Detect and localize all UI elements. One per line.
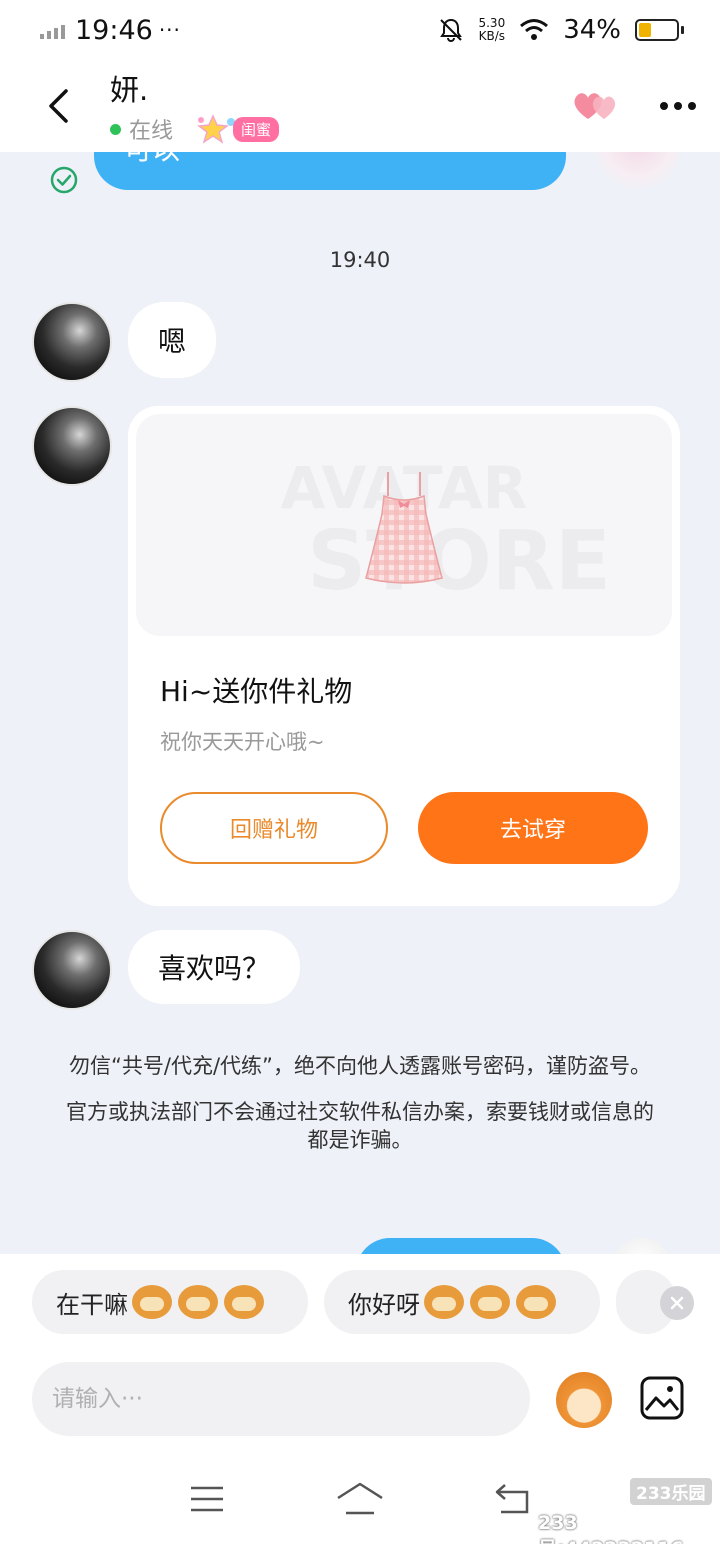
quick-reply-chip[interactable]: 在干嘛 xyxy=(32,1270,308,1334)
message-text: 嗯 xyxy=(158,325,187,358)
read-check-icon xyxy=(50,166,78,194)
peer-info[interactable]: 妍. 在线 闺蜜 xyxy=(110,67,280,145)
status-bar: 19:46 ··· 5.30 KB/s 34% xyxy=(0,0,720,60)
net-speed: 5.30 KB/s xyxy=(478,17,505,43)
peer-avatar[interactable] xyxy=(32,406,112,486)
battery-percent: 34% xyxy=(563,15,621,45)
sent-message-bubble[interactable] xyxy=(356,1238,566,1254)
peer-avatar[interactable] xyxy=(32,930,112,1010)
home-button[interactable] xyxy=(330,1474,390,1524)
monkey-emoji-icon xyxy=(470,1285,510,1319)
battery-fill xyxy=(639,23,652,37)
monkey-emoji-icon xyxy=(132,1285,172,1319)
try-on-button[interactable]: 去试穿 xyxy=(418,792,648,864)
received-message-bubble[interactable]: 喜欢吗？ xyxy=(128,930,301,1004)
quick-reply-chip[interactable]: 你好呀 xyxy=(324,1270,600,1334)
safety-notice: 勿信“共号/代充/代练”，绝不向他人透露账号密码，谨防盗号。 官方或执法部门不会… xyxy=(60,1052,660,1154)
input-area: 在干嘛 你好呀 xyxy=(0,1254,720,1454)
image-picker-icon[interactable] xyxy=(640,1376,684,1420)
menu-icon xyxy=(190,1486,223,1512)
monkey-emoji-icon xyxy=(424,1285,464,1319)
gift-image[interactable]: AVATAR STORE xyxy=(136,414,672,636)
quick-reply-text: 在干嘛 xyxy=(56,1290,128,1319)
close-quick-replies-button[interactable] xyxy=(660,1286,694,1320)
return-gift-button[interactable]: 回赠礼物 xyxy=(160,792,388,864)
received-message-bubble[interactable]: 嗯 xyxy=(128,302,217,378)
online-dot xyxy=(110,123,121,135)
return-icon xyxy=(496,1484,529,1514)
notice-account-safety: 勿信“共号/代充/代练”，绝不向他人透露账号密码，谨防盗号。 xyxy=(69,1054,651,1078)
notice-fraud-warning: 官方或执法部门不会通过社交软件私信办案，索要钱财或信息的都是诈骗。 xyxy=(66,1100,654,1152)
sent-message-text: 可以 xyxy=(124,152,180,166)
id-watermark: 233号:442232116 xyxy=(538,1512,684,1544)
chat-area[interactable]: 可以 19:40 嗯 AVATAR STORE xyxy=(0,152,720,1254)
site-watermark: 233乐园 xyxy=(630,1478,712,1505)
hearts-icon[interactable] xyxy=(572,89,620,123)
dress-icon xyxy=(365,472,443,584)
back-button[interactable] xyxy=(38,76,78,136)
message-input[interactable] xyxy=(32,1362,530,1436)
peer-avatar[interactable] xyxy=(32,302,112,382)
battery-icon xyxy=(635,19,684,41)
home-icon xyxy=(337,1482,383,1515)
chevron-left-icon xyxy=(49,89,68,123)
monkey-emoji-icon xyxy=(178,1285,218,1319)
close-icon xyxy=(670,1296,684,1310)
monkey-emoji-icon xyxy=(224,1285,264,1319)
signal-icon xyxy=(40,21,65,39)
more-options-button[interactable] xyxy=(656,92,700,120)
status-dots: ··· xyxy=(158,18,181,42)
quick-reply-text: 你好呀 xyxy=(348,1290,420,1319)
chat-header: 妍. 在线 闺蜜 xyxy=(0,60,720,152)
monkey-emoji-icon xyxy=(516,1285,556,1319)
gift-subtitle: 祝你天天开心哦~ xyxy=(160,730,325,754)
wifi-icon xyxy=(520,19,549,40)
relation-tag: 闺蜜 xyxy=(233,116,280,142)
status-time: 19:46 xyxy=(75,14,153,46)
gift-title: Hi~送你件礼物 xyxy=(160,675,353,708)
menu-button[interactable] xyxy=(177,1474,237,1524)
gift-card[interactable]: AVATAR STORE Hi~送你件礼物 祝你天天开心哦~ 回赠礼物 去试穿 xyxy=(128,406,680,906)
sent-message-bubble[interactable]: 可以 xyxy=(94,152,566,190)
message-text: 喜欢吗？ xyxy=(158,952,271,985)
mute-bell-icon xyxy=(440,18,463,42)
online-status: 在线 xyxy=(129,119,174,144)
relation-badge[interactable]: 闺蜜 xyxy=(195,114,280,144)
message-timestamp: 19:40 xyxy=(329,248,391,272)
net-speed-unit: KB/s xyxy=(478,29,506,43)
self-avatar[interactable] xyxy=(612,1238,672,1254)
back-nav-button[interactable] xyxy=(483,1474,543,1524)
peer-name: 妍. xyxy=(110,73,149,107)
sticker-button[interactable] xyxy=(556,1372,612,1428)
self-avatar[interactable] xyxy=(596,152,680,188)
